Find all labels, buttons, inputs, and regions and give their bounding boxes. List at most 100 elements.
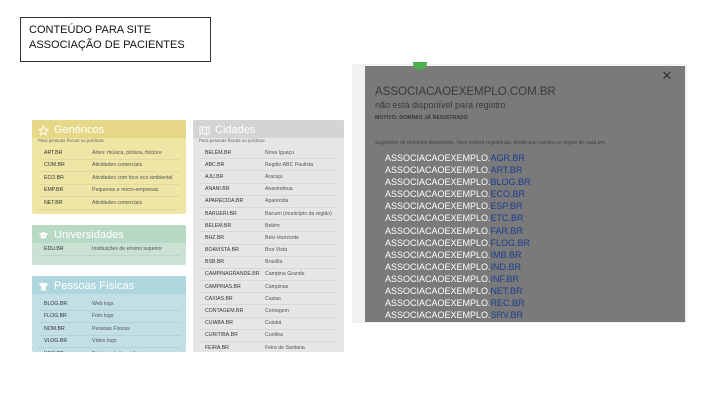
domain-description: Contagem [265,308,289,315]
modal-suggestion-intro: Sugestões de domínios disponíveis. Você … [375,140,606,146]
domain-row: CAXIAS.BR Caxias [199,293,338,306]
domain-row: BOAVISTA.BR Boa Vista [199,245,338,257]
domain-name: CAMPINAGRANDE.BR [205,271,260,278]
domain-row: AJU.BR Aracaju [199,171,338,184]
genericos-rows: ART.BR Artes: música, pintura, folclore CO… [32,147,186,210]
domain-name: BELEM.BR [205,222,232,229]
suggestion-base: ASSOCIACAOEXEMPLO. [385,213,491,224]
domain-row: CUIABA.BR Cuiabá [199,318,338,330]
domain-row: CONTAGEM.BR Contagem [199,305,338,318]
suggestion-extension: BLOG.BR [490,177,531,188]
domain-description: Nova Iguaçu [265,149,295,156]
panel-universidades-header: Universidades [32,225,186,243]
domain-suggestion-link[interactable]: ASSOCIACAOEXEMPLO.ART.BR [385,164,531,176]
domain-name: BHZ.BR [205,234,225,241]
suggestion-extension: ART.BR [490,165,523,176]
domain-suggestion-link[interactable]: ASSOCIACAOEXEMPLO.FLOG.BR [385,237,531,249]
domain-description: Boa Vista [265,247,288,254]
domain-row: BARUERI.BR Barueri (município da região) [199,208,338,221]
domain-suggestion-link[interactable]: ASSOCIACAOEXEMPLO.INF.BR [385,273,531,285]
domain-row: NET.BR Atividades comerciais [38,197,180,210]
domain-description: Atividades comerciais [92,199,143,206]
panel-cidades-title: Cidades [215,124,256,136]
domain-row: BHZ.BR Belo Horizonte [199,232,338,245]
domain-suggestion-link[interactable]: ASSOCIACAOEXEMPLO.NET.BR [385,285,531,297]
cidades-rows: BELÉM.BR Nova Iguaçu ABC.BR Região ABC Paul… [193,147,344,352]
domain-description: Foto logs [92,313,114,320]
domain-description: Campinas [265,283,289,290]
domain-suggestion-link[interactable]: ASSOCIACAOEXEMPLO.IMB.BR [385,249,531,261]
domain-name: EMP.BR [44,187,64,194]
close-icon[interactable]: ✕ [661,69,673,82]
domain-row: CAMPINAS.BR Campinas [199,281,338,294]
suggestion-extension: IMB.BR [490,249,522,260]
domain-description: Vídeo logs [92,338,117,345]
suggestion-base: ASSOCIACAOEXEMPLO. [385,310,491,321]
domain-name: VLOG.BR [44,338,68,345]
shirt-icon [38,281,49,291]
domain-name: BARUERI.BR [205,210,237,217]
slide-title-box: CONTEÚDO PARA SITE ASSOCIAÇÃO DE PACIENT… [20,17,211,62]
domain-suggestion-link[interactable]: ASSOCIACAOEXEMPLO.IND.BR [385,261,531,273]
map-icon [199,125,210,135]
domain-description: Curitiba [265,332,283,339]
suggestion-extension: FAR.BR [490,225,524,236]
suggestion-extension: ECO.BR [490,189,526,200]
domain-description: Feira de Santana [265,344,305,351]
domain-name: BOAVISTA.BR [205,247,239,254]
suggestion-base: ASSOCIACAOEXEMPLO. [385,189,491,200]
domain-description: Barueri (município da região) [265,210,332,217]
domain-suggestion-link[interactable]: ASSOCIACAOEXEMPLO.FAR.BR [385,225,531,237]
suggestion-extension: IND.BR [490,261,522,272]
panel-cidades-header: Cidades [193,120,344,138]
suggestion-base: ASSOCIACAOEXEMPLO. [385,298,491,309]
modal-notch [413,62,427,70]
domain-name: CURITIBA.BR [205,332,238,339]
domain-description: Instituições de ensino superior [92,245,163,252]
panel-cidades-subtitle: Para pessoas físicas ou jurídicas [199,138,265,143]
domain-description: Pequenas e micro-empresas [92,187,159,194]
domain-name: CUIABA.BR [205,320,233,327]
domain-name: COM.BR [44,162,65,169]
domain-row: FLOG.BR Foto logs [38,311,180,323]
domain-row: ABC.BR Região ABC Paulista [199,159,338,172]
domain-suggestion-link[interactable]: ASSOCIACAOEXEMPLO.SRV.BR [385,309,531,321]
domain-suggestion-link[interactable]: ASSOCIACAOEXEMPLO.AGR.BR [385,152,531,164]
domain-suggestion-link[interactable]: ASSOCIACAOEXEMPLO.ETC.BR [385,212,531,224]
panel-universidades-title: Universidades [54,229,124,241]
domain-name: ART.BR [44,149,63,156]
domain-name: AJU.BR [205,173,224,180]
suggestion-extension: ESP.BR [490,201,523,212]
domain-row: APARECIDA.BR Aparecida [199,196,338,208]
panel-universidades: Universidades EDU.BR Instituições de ensi… [32,225,186,265]
panel-genericos-subtitle: Para pessoas físicas ou jurídicas [38,138,104,143]
suggestion-extension: AGR.BR [490,153,526,163]
domain-description: Atividades com foco eco-ambiental [92,174,173,181]
domain-suggestion-link[interactable]: ASSOCIACAOEXEMPLO.ESP.BR [385,200,531,212]
domain-row: CAMPINAGRANDE.BR Campina Grande [199,269,338,282]
panel-pessoas-fisicas: Pessoas Físicas BLOG.BR Web logs FLOG.BR Fo… [32,276,186,352]
domain-name: APARECIDA.BR [205,198,244,205]
domain-suggestion-link[interactable]: ASSOCIACAOEXEMPLO.REC.BR [385,297,531,309]
suggestion-extension: NET.BR [490,286,523,297]
domain-row: ECO.BR Atividades com foco eco-ambiental [38,172,180,185]
domain-description: Região ABC Paulista [265,161,314,168]
universidades-rows: EDU.BR Instituições de ensino superior [32,243,186,256]
slide-title-line1: CONTEÚDO PARA SITE [29,24,152,36]
suggestion-extension: FLOG.BR [490,237,531,248]
modal-motivo: MOTIVO: DOMÍNIO JÁ REGISTRADO [375,115,469,121]
domain-description: Cuiabá [265,320,282,327]
domain-description: Belo Horizonte [265,234,300,241]
domain-name: FEIRA.BR [205,344,229,351]
domain-suggestion-link[interactable]: ASSOCIACAOEXEMPLO.ECO.BR [385,188,531,200]
domain-description: Caxias [265,295,281,302]
domain-name: EDU.BR [44,245,64,252]
suggestion-base: ASSOCIACAOEXEMPLO. [385,165,491,176]
domain-suggestion-link[interactable]: ASSOCIACAOEXEMPLO.BLOG.BR [385,176,531,188]
suggestion-extension: ETC.BR [490,213,524,224]
domain-row: VLOG.BR Vídeo logs [38,336,180,348]
domain-row: NOM.BR Pessoas Físicas [38,323,180,336]
domain-row: COM.BR Atividades comerciais [38,160,180,172]
domain-description: Ananindeua [265,186,293,193]
domain-name: BSB.BR [205,259,225,266]
